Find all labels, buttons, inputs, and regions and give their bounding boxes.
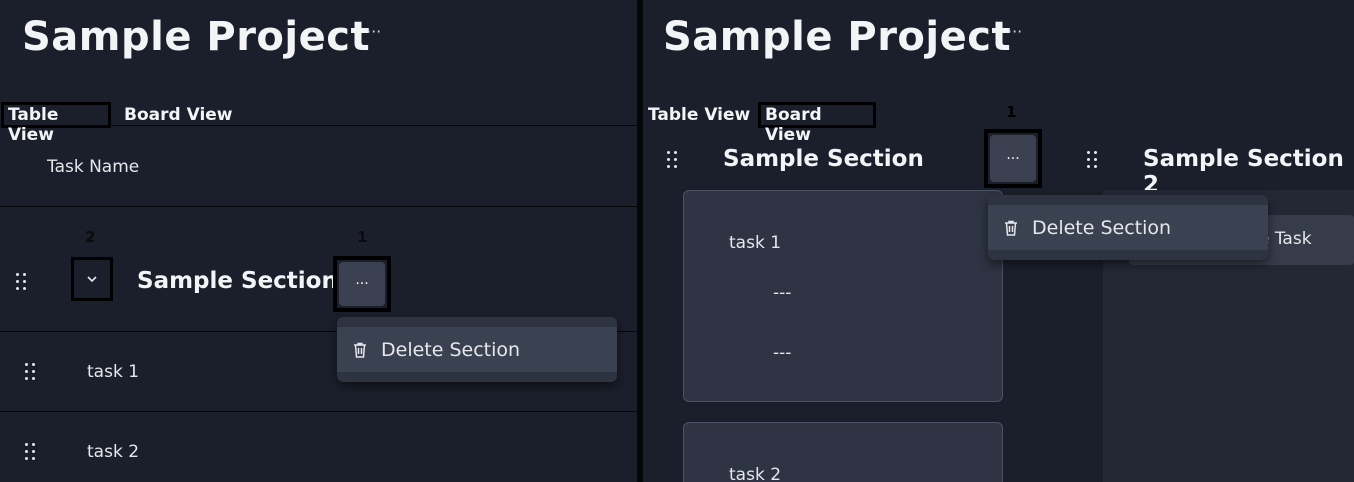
task-card[interactable]: task 1 --- --- bbox=[683, 190, 1003, 402]
chevron-down-icon bbox=[87, 276, 97, 283]
drag-handle-icon[interactable] bbox=[667, 151, 679, 171]
annotation-marker: 2 bbox=[85, 228, 96, 246]
drag-handle-icon[interactable] bbox=[1087, 151, 1099, 171]
task-name[interactable]: task 2 bbox=[87, 442, 139, 462]
table-view-pane: Sample Project ··· Table View Board View… bbox=[0, 0, 637, 482]
section-more-button[interactable]: ··· bbox=[333, 256, 391, 312]
annotation-marker: 1 bbox=[1006, 103, 1017, 121]
project-title: Sample Project bbox=[22, 14, 371, 60]
column-header-task-name: Task Name bbox=[47, 157, 140, 177]
project-more-button[interactable]: ··· bbox=[1007, 22, 1022, 41]
board-view-pane: Sample Project ··· Table View Board View… bbox=[643, 0, 1354, 482]
task-card-title: task 2 bbox=[729, 465, 782, 482]
project-title: Sample Project bbox=[663, 14, 1012, 60]
trash-icon bbox=[353, 342, 367, 358]
annotation-marker: 1 bbox=[357, 228, 368, 246]
task-card-title: task 1 bbox=[729, 233, 782, 253]
task-card-field: --- bbox=[773, 343, 792, 363]
more-icon: ··· bbox=[990, 135, 1036, 182]
delete-section-label: Delete Section bbox=[381, 338, 521, 361]
trash-icon bbox=[1004, 220, 1018, 236]
task-card-field: --- bbox=[773, 283, 792, 303]
task-card[interactable]: task 2 bbox=[683, 422, 1003, 482]
task-name[interactable]: task 1 bbox=[87, 362, 139, 382]
delete-section-label: Delete Section bbox=[1032, 216, 1172, 239]
tab-board-view[interactable]: Board View bbox=[758, 102, 876, 145]
project-more-button[interactable]: ··· bbox=[366, 22, 381, 41]
collapse-section-button[interactable] bbox=[71, 257, 113, 301]
delete-section-menu-item[interactable]: Delete Section bbox=[988, 205, 1268, 250]
section-more-button[interactable]: ··· bbox=[984, 129, 1042, 188]
drag-handle-icon[interactable] bbox=[25, 363, 37, 383]
section-menu: Delete Section bbox=[988, 195, 1268, 260]
section-title: Sample Section bbox=[723, 146, 924, 172]
divider bbox=[0, 206, 637, 207]
drag-handle-icon[interactable] bbox=[16, 273, 28, 293]
section-title: Sample Section bbox=[137, 268, 338, 294]
tab-table-view[interactable]: Table View bbox=[644, 102, 754, 128]
more-icon: ··· bbox=[339, 262, 385, 306]
divider bbox=[0, 411, 637, 412]
section-menu: Delete Section bbox=[337, 317, 617, 382]
divider bbox=[0, 125, 637, 126]
drag-handle-icon[interactable] bbox=[25, 443, 37, 463]
delete-section-menu-item[interactable]: Delete Section bbox=[337, 327, 617, 372]
